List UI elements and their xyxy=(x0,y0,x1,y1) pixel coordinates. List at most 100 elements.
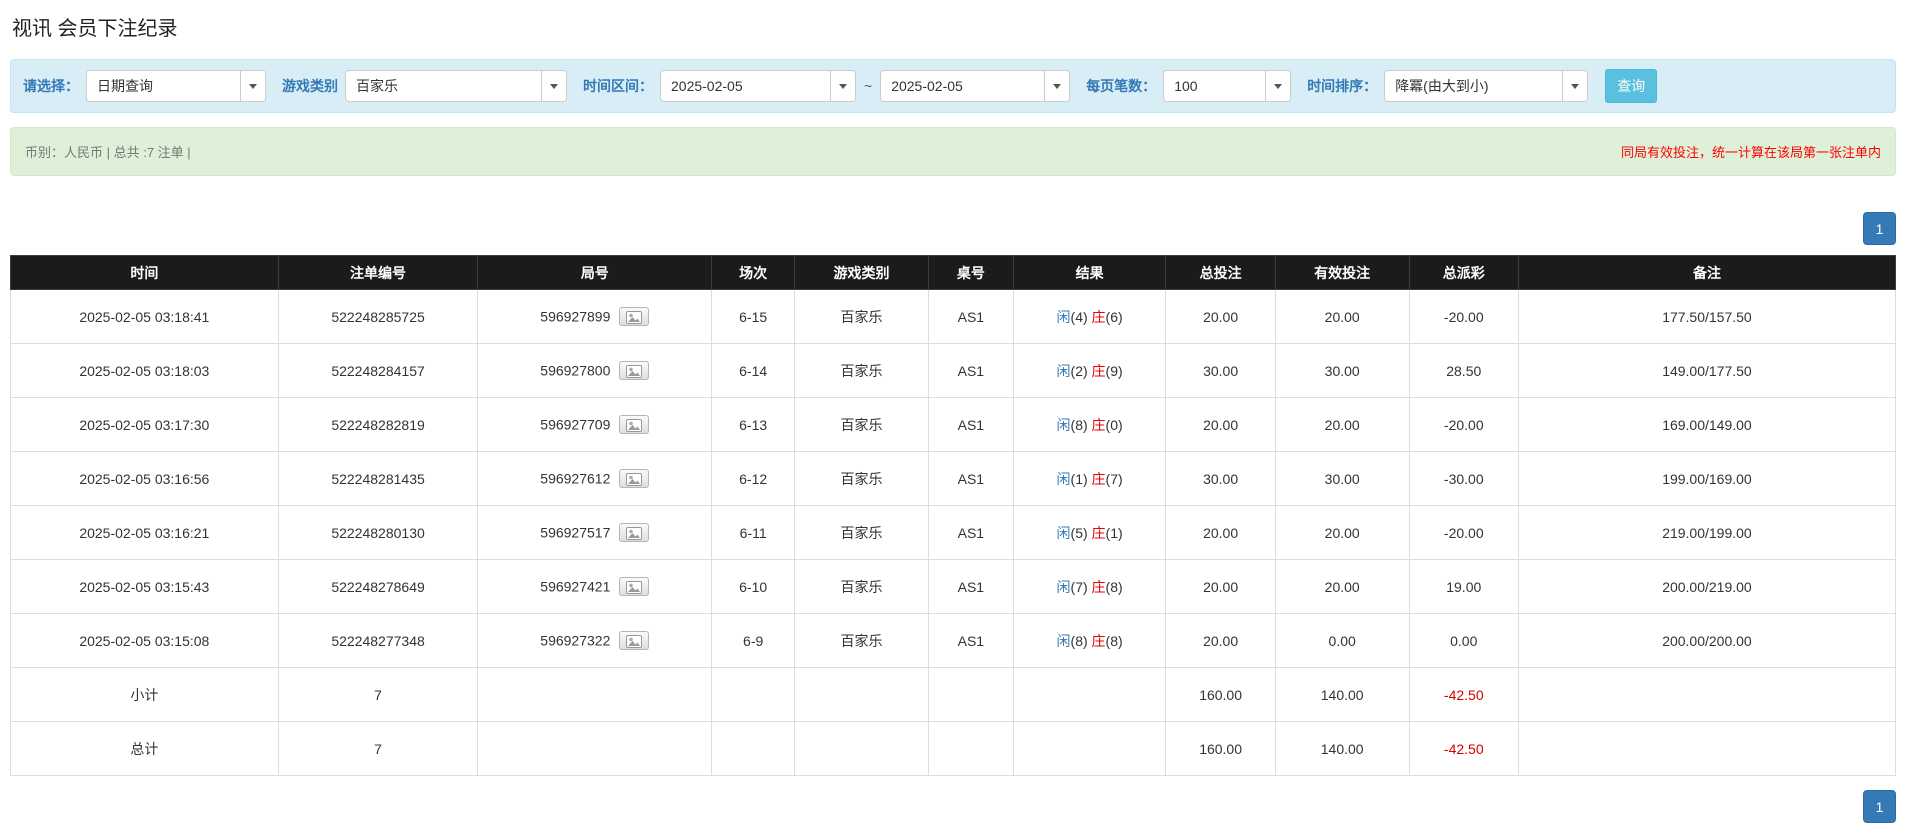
cell-total-bet[interactable]: 20.00 xyxy=(1166,398,1275,452)
round-video-button[interactable] xyxy=(619,631,649,650)
footer-empty xyxy=(478,668,712,722)
per-page-select[interactable]: 100 xyxy=(1163,70,1291,102)
footer-empty xyxy=(928,722,1013,776)
result-banker: 庄(8) xyxy=(1092,633,1123,649)
video-icon xyxy=(626,311,642,324)
footer-empty xyxy=(478,722,712,776)
result-player: 闲(2) xyxy=(1057,363,1088,379)
cell-valid-bet: 0.00 xyxy=(1275,614,1409,668)
footer-empty xyxy=(712,722,795,776)
page: 视讯 会员下注纪录 请选择： 日期查询 游戏类别 百家乐 时间区间： 2025-… xyxy=(0,0,1906,839)
round-video-button[interactable] xyxy=(619,523,649,542)
cell-game-type: 百家乐 xyxy=(795,614,929,668)
search-button[interactable]: 查询 xyxy=(1605,69,1657,103)
sort-value: 降冪(由大到小) xyxy=(1385,76,1498,96)
game-type-label: 游戏类别 xyxy=(282,76,338,96)
cell-round-id: 596927322 xyxy=(478,614,712,668)
game-type-select[interactable]: 百家乐 xyxy=(345,70,567,102)
bet-records-table: 时间注单编号局号场次游戏类别桌号结果总投注有效投注总派彩备注 2025-02-0… xyxy=(10,255,1896,776)
round-id-text: 596927517 xyxy=(540,525,610,541)
cell-payout: -20.00 xyxy=(1409,290,1518,344)
cell-valid-bet: 20.00 xyxy=(1275,560,1409,614)
cell-bet-id: 522248285725 xyxy=(278,290,478,344)
cell-game-type: 百家乐 xyxy=(795,560,929,614)
chevron-down-icon xyxy=(830,71,855,101)
cell-bet-id: 522248284157 xyxy=(278,344,478,398)
date-from-value: 2025-02-05 xyxy=(661,78,753,94)
cell-total-bet[interactable]: 20.00 xyxy=(1166,560,1275,614)
cell-total-bet[interactable]: 20.00 xyxy=(1166,614,1275,668)
query-type-label: 请选择： xyxy=(23,76,79,96)
cell-result: 闲(2) 庄(9) xyxy=(1013,344,1166,398)
round-id-text: 596927322 xyxy=(540,633,610,649)
sort-label: 时间排序： xyxy=(1307,76,1377,96)
table-row: 2025-02-05 03:15:08522248277348 596927322… xyxy=(11,614,1896,668)
date-to-select[interactable]: 2025-02-05 xyxy=(880,70,1070,102)
round-video-button[interactable] xyxy=(619,469,649,488)
cell-result: 闲(8) 庄(8) xyxy=(1013,614,1166,668)
cell-result: 闲(4) 庄(6) xyxy=(1013,290,1166,344)
video-icon xyxy=(626,581,642,594)
cell-round-id: 596927421 xyxy=(478,560,712,614)
footer-count: 7 xyxy=(278,668,478,722)
pagination-top: 1 xyxy=(10,212,1896,245)
date-from-select[interactable]: 2025-02-05 xyxy=(660,70,856,102)
cell-total-bet[interactable]: 30.00 xyxy=(1166,344,1275,398)
summary-currency-total: 币别：人民币 | 总共 :7 注单 | xyxy=(25,142,191,161)
cell-result: 闲(5) 庄(1) xyxy=(1013,506,1166,560)
column-header-total-bet: 总投注 xyxy=(1166,256,1275,290)
result-banker: 庄(9) xyxy=(1092,363,1123,379)
footer-payout: -42.50 xyxy=(1409,668,1518,722)
column-header-time: 时间 xyxy=(11,256,279,290)
query-type-select[interactable]: 日期查询 xyxy=(86,70,266,102)
cell-result: 闲(1) 庄(7) xyxy=(1013,452,1166,506)
page-button-1[interactable]: 1 xyxy=(1863,790,1896,823)
result-banker: 庄(7) xyxy=(1092,471,1123,487)
footer-empty xyxy=(795,668,929,722)
cell-round-id: 596927517 xyxy=(478,506,712,560)
cell-session: 6-9 xyxy=(712,614,795,668)
round-video-button[interactable] xyxy=(619,577,649,596)
column-header-result: 结果 xyxy=(1013,256,1166,290)
cell-session: 6-11 xyxy=(712,506,795,560)
table-footer-row: 总计7160.00140.00-42.50 xyxy=(11,722,1896,776)
cell-remark: 177.50/157.50 xyxy=(1518,290,1895,344)
cell-remark: 149.00/177.50 xyxy=(1518,344,1895,398)
cell-bet-id: 522248277348 xyxy=(278,614,478,668)
date-to-value: 2025-02-05 xyxy=(881,78,973,94)
summary-notice: 同局有效投注，统一计算在该局第一张注单内 xyxy=(1621,142,1881,161)
round-video-button[interactable] xyxy=(619,307,649,326)
per-page-value: 100 xyxy=(1164,78,1207,94)
cell-remark: 200.00/200.00 xyxy=(1518,614,1895,668)
sort-select[interactable]: 降冪(由大到小) xyxy=(1384,70,1588,102)
cell-time: 2025-02-05 03:16:56 xyxy=(11,452,279,506)
round-video-button[interactable] xyxy=(619,361,649,380)
cell-round-id: 596927899 xyxy=(478,290,712,344)
round-video-button[interactable] xyxy=(619,415,649,434)
footer-empty xyxy=(795,722,929,776)
cell-table-no: AS1 xyxy=(928,290,1013,344)
cell-total-bet[interactable]: 20.00 xyxy=(1166,506,1275,560)
cell-total-bet[interactable]: 30.00 xyxy=(1166,452,1275,506)
table-row: 2025-02-05 03:16:21522248280130596927517… xyxy=(11,506,1896,560)
footer-valid-bet: 140.00 xyxy=(1275,668,1409,722)
video-icon xyxy=(626,527,642,540)
column-header-table-no: 桌号 xyxy=(928,256,1013,290)
table-row: 2025-02-05 03:15:43522248278649596927421… xyxy=(11,560,1896,614)
round-id-text: 596927899 xyxy=(540,309,610,325)
column-header-valid-bet: 有效投注 xyxy=(1275,256,1409,290)
cell-total-bet[interactable]: 20.00 xyxy=(1166,290,1275,344)
table-row: 2025-02-05 03:17:30522248282819596927709… xyxy=(11,398,1896,452)
cell-session: 6-14 xyxy=(712,344,795,398)
page-button-1[interactable]: 1 xyxy=(1863,212,1896,245)
cell-time: 2025-02-05 03:18:41 xyxy=(11,290,279,344)
cell-remark: 219.00/199.00 xyxy=(1518,506,1895,560)
result-player: 闲(8) xyxy=(1057,633,1088,649)
cell-session: 6-10 xyxy=(712,560,795,614)
cell-payout: -30.00 xyxy=(1409,452,1518,506)
cell-time: 2025-02-05 03:15:08 xyxy=(11,614,279,668)
cell-table-no: AS1 xyxy=(928,398,1013,452)
video-icon xyxy=(626,635,642,648)
result-banker: 庄(0) xyxy=(1092,417,1123,433)
cell-valid-bet: 30.00 xyxy=(1275,344,1409,398)
